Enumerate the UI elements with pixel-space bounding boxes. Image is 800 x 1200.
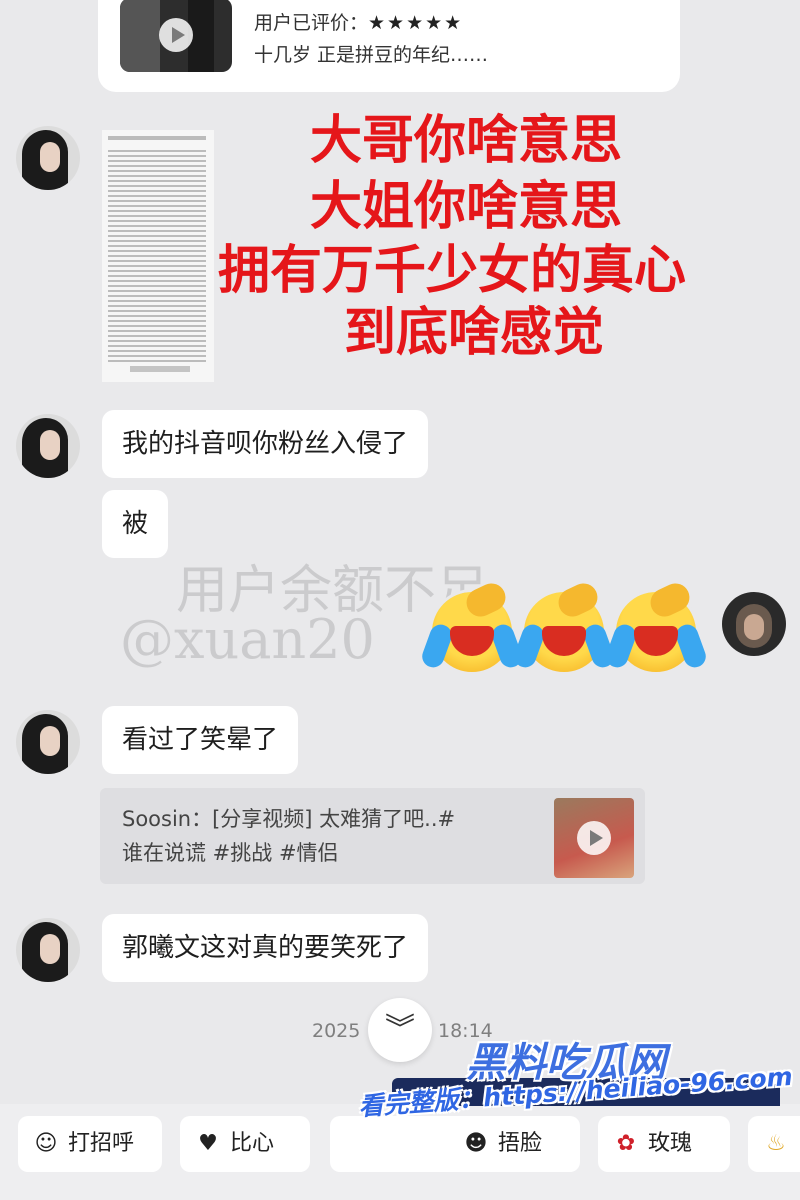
quick-reply-more[interactable]: ♨ [748,1116,800,1172]
quick-reply-heart[interactable]: ♥ 比心 [180,1116,310,1172]
play-icon [577,821,611,855]
caption-line-1: 大哥你啥意思 [310,111,623,171]
message-bubble[interactable]: 被 [102,490,169,558]
shared-video-thumbnail[interactable] [554,798,634,878]
self-avatar[interactable] [722,592,786,656]
rating-stars: ★★★★★ [368,12,464,34]
chip-label: 打招呼 [68,1131,135,1156]
caption-line-3: 拥有万千少女的真心 [218,241,687,301]
watermark-handle: @xuan20 [120,608,375,671]
product-description: 十几岁 正是拼豆的年纪…… [254,44,489,66]
facepalm-icon: ☻ [464,1131,488,1156]
quick-reply-facepalm[interactable]: ☻ 捂脸 [330,1116,580,1172]
shared-video-tags: 谁在说谎 #挑战 #情侣 [122,841,339,865]
quick-reply-rose[interactable]: ✿ 玫瑰 [598,1116,730,1172]
message-bubble[interactable]: 看过了笑晕了 [102,706,299,774]
chevron-double-down-icon: ︾ [385,1012,415,1047]
wave-emoji-icon: ☺ [34,1131,58,1156]
video-thumbnail[interactable] [120,0,232,72]
laugh-cry-emoji-icon [511,578,617,672]
chip-label: 比心 [230,1131,275,1156]
avatar[interactable] [16,918,80,982]
message-bubble[interactable]: 我的抖音呗你粉丝入侵了 [102,410,429,478]
heart-hands-icon: ♥ [198,1131,218,1156]
laugh-cry-emoji-icon [419,578,525,672]
rating-label: 用户已评价： [254,12,369,34]
play-icon [159,18,193,52]
caption-line-4: 到底啥感觉 [344,303,605,363]
rose-icon: ✿ [616,1131,636,1156]
product-card[interactable]: 用户已评价：★★★★★ 十几岁 正是拼豆的年纪…… [98,0,680,92]
avatar[interactable] [16,126,80,190]
shared-video-title: Soosin：[分享视频] 太难猜了吧..# [122,807,456,831]
chip-label: 玫瑰 [648,1131,693,1156]
message-bubble[interactable]: 郭曦文这对真的要笑死了 [102,914,429,982]
rating-row: 用户已评价：★★★★★ [254,8,463,35]
shared-video-card[interactable]: Soosin：[分享视频] 太难猜了吧..# 谁在说谎 #挑战 #情侣 [100,788,645,884]
caption-line-2: 大姐你啥意思 [310,177,623,237]
chip-label: 捂脸 [498,1131,543,1156]
avatar[interactable] [16,710,80,774]
quick-reply-greet[interactable]: ☺ 打招呼 [18,1116,162,1172]
timestamp-date: 2025 [312,1020,361,1042]
avatar[interactable] [16,414,80,478]
bottle-icon: ♨ [766,1131,786,1156]
scroll-to-bottom-button[interactable]: ︾ [368,998,432,1062]
screenshot-image-message[interactable] [102,130,214,382]
laugh-cry-emoji-icon [603,578,709,672]
